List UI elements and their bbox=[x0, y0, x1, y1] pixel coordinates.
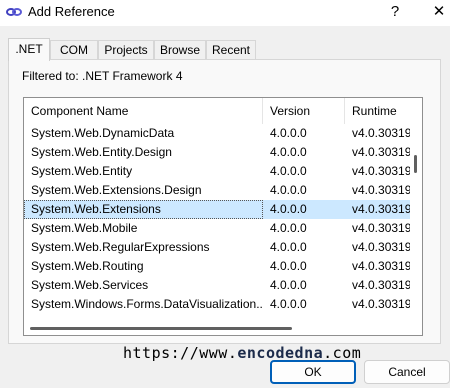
runtime-cell: v4.0.30319 bbox=[352, 221, 410, 235]
horizontal-scrollbar[interactable] bbox=[24, 321, 422, 335]
runtime-cell: v4.0.30319 bbox=[352, 145, 410, 159]
component-name-cell: System.Web.Extensions.Design bbox=[31, 183, 202, 197]
window-title: Add Reference bbox=[28, 4, 115, 19]
table-row[interactable]: System.Web.DynamicData 4.0.0.0 v4.0.30319 bbox=[24, 124, 410, 143]
version-cell: 4.0.0.0 bbox=[270, 126, 307, 140]
vertical-scroll-thumb[interactable] bbox=[414, 155, 417, 173]
tab-projects[interactable]: Projects bbox=[98, 40, 154, 59]
table-row[interactable]: System.Web.Entity.Design 4.0.0.0 v4.0.3031… bbox=[24, 143, 410, 162]
component-list[interactable]: Component Name Version Runtime System.We… bbox=[23, 97, 423, 336]
tab-dotnet[interactable]: .NET bbox=[8, 38, 50, 61]
runtime-cell: v4.0.30319 bbox=[352, 278, 410, 292]
runtime-cell: v4.0.30319 bbox=[352, 164, 410, 178]
version-cell: 4.0.0.0 bbox=[270, 297, 307, 311]
component-name-cell: System.Web.Entity.Design bbox=[31, 145, 172, 159]
runtime-cell: v4.0.30319 bbox=[352, 297, 410, 311]
tab-panel: Filtered to: .NET Framework 4 Component … bbox=[8, 59, 441, 344]
title-bar: Add Reference ? ✕ bbox=[0, 0, 450, 26]
component-name-cell: System.Web.Services bbox=[31, 278, 149, 292]
table-row[interactable]: System.Web.RegularExpressions 4.0.0.0 v4.0… bbox=[24, 238, 410, 257]
table-row[interactable]: System.Web.Extensions.Design 4.0.0.0 v4.0.… bbox=[24, 181, 410, 200]
component-name-cell: System.Web.DynamicData bbox=[31, 126, 175, 140]
column-header-runtime[interactable]: Runtime bbox=[345, 98, 410, 124]
version-cell: 4.0.0.0 bbox=[270, 221, 307, 235]
version-cell: 4.0.0.0 bbox=[270, 145, 307, 159]
version-cell: 4.0.0.0 bbox=[270, 259, 307, 273]
version-cell: 4.0.0.0 bbox=[270, 278, 307, 292]
runtime-cell: v4.0.30319 bbox=[352, 126, 410, 140]
close-button[interactable]: ✕ bbox=[428, 1, 450, 23]
help-button[interactable]: ? bbox=[384, 1, 406, 23]
version-cell: 4.0.0.0 bbox=[270, 164, 307, 178]
watermark-prefix: https://www. bbox=[123, 344, 238, 362]
cancel-button[interactable]: Cancel bbox=[364, 360, 450, 384]
table-row[interactable]: System.Windows.Forms.DataVisualization..… bbox=[24, 295, 410, 314]
runtime-cell: v4.0.30319 bbox=[352, 183, 410, 197]
table-row[interactable]: System.Web.Mobile 4.0.0.0 v4.0.30319 bbox=[24, 219, 410, 238]
column-header-version[interactable]: Version bbox=[263, 98, 345, 124]
ok-button[interactable]: OK bbox=[270, 360, 356, 384]
horizontal-scroll-thumb[interactable] bbox=[30, 327, 292, 330]
tab-recent[interactable]: Recent bbox=[206, 40, 256, 59]
column-header-name[interactable]: Component Name bbox=[24, 98, 263, 124]
component-name-cell: System.Windows.Forms.DataVisualization..… bbox=[31, 297, 263, 311]
table-row[interactable]: System.Web.Routing 4.0.0.0 v4.0.30319 bbox=[24, 257, 410, 276]
component-name-cell: System.Web.Routing bbox=[31, 259, 144, 273]
version-cell: 4.0.0.0 bbox=[270, 202, 307, 216]
link-icon bbox=[6, 8, 22, 16]
runtime-cell: v4.0.30319 bbox=[352, 240, 410, 254]
list-header: Component Name Version Runtime bbox=[24, 98, 410, 124]
vertical-scrollbar[interactable] bbox=[410, 98, 422, 321]
table-row[interactable]: System.Web.Services 4.0.0.0 v4.0.30319 bbox=[24, 276, 410, 295]
version-cell: 4.0.0.0 bbox=[270, 240, 307, 254]
tab-com[interactable]: COM bbox=[50, 40, 98, 59]
component-name-cell: System.Web.Entity bbox=[31, 164, 133, 178]
version-cell: 4.0.0.0 bbox=[270, 183, 307, 197]
component-name-cell: System.Web.Mobile bbox=[31, 221, 138, 235]
tab-browse[interactable]: Browse bbox=[154, 40, 206, 59]
filter-label: Filtered to: .NET Framework 4 bbox=[22, 69, 183, 83]
table-row[interactable]: System.Web.Entity 4.0.0.0 v4.0.30319 bbox=[24, 162, 410, 181]
runtime-cell: v4.0.30319 bbox=[352, 202, 410, 216]
runtime-cell: v4.0.30319 bbox=[352, 259, 410, 273]
component-name-cell: System.Web.Extensions bbox=[24, 200, 263, 219]
table-row[interactable]: System.Web.Extensions 4.0.0.0 v4.0.30319 bbox=[24, 200, 410, 219]
component-name-cell: System.Web.RegularExpressions bbox=[31, 240, 210, 254]
